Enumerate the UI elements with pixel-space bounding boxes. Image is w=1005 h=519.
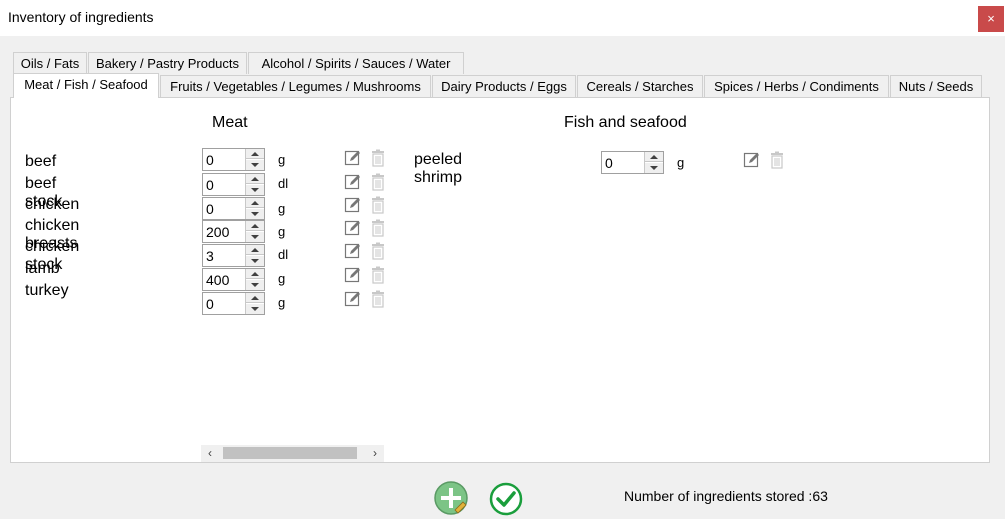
- stepper-down-button[interactable]: [645, 163, 663, 173]
- quantity-value: 400: [206, 272, 230, 288]
- edit-icon[interactable]: [344, 149, 362, 167]
- unit-label: g: [278, 152, 286, 167]
- edit-icon[interactable]: [344, 290, 362, 308]
- scroll-left-button[interactable]: ‹: [201, 445, 219, 462]
- quantity-stepper[interactable]: 0: [202, 197, 265, 220]
- fish-seafood-heading: Fish and seafood: [564, 114, 687, 131]
- trash-icon[interactable]: [369, 219, 387, 237]
- close-button[interactable]: ×: [978, 6, 1004, 32]
- edit-icon[interactable]: [344, 242, 362, 260]
- tab-nuts-seeds[interactable]: Nuts / Seeds: [890, 75, 982, 97]
- trash-icon[interactable]: [369, 196, 387, 214]
- quantity-value: 0: [206, 152, 214, 168]
- quantity-stepper[interactable]: 3: [202, 244, 265, 267]
- stepper-up-button[interactable]: [246, 198, 264, 208]
- edit-icon[interactable]: [344, 266, 362, 284]
- ingredient-name: turkey: [25, 282, 69, 299]
- scroll-thumb[interactable]: [223, 447, 357, 459]
- trash-icon[interactable]: [369, 266, 387, 284]
- quantity-stepper[interactable]: 0: [202, 292, 265, 315]
- quantity-stepper[interactable]: 0: [202, 148, 265, 171]
- trash-icon[interactable]: [369, 149, 387, 167]
- stepper-up-button[interactable]: [645, 152, 663, 162]
- stepper-up-button[interactable]: [246, 269, 264, 279]
- stepper-down-button[interactable]: [246, 280, 264, 290]
- unit-label: g: [677, 155, 685, 170]
- stepper-down-button[interactable]: [246, 304, 264, 314]
- stepper-up-button[interactable]: [246, 245, 264, 255]
- stepper-down-button[interactable]: [246, 160, 264, 170]
- trash-icon[interactable]: [768, 151, 786, 169]
- unit-label: g: [278, 271, 286, 286]
- ingredient-name: beef: [25, 153, 57, 170]
- stepper-down-button[interactable]: [246, 185, 264, 195]
- quantity-value: 0: [206, 296, 214, 312]
- trash-icon[interactable]: [369, 173, 387, 191]
- quantity-value: 0: [206, 201, 214, 217]
- horizontal-scrollbar[interactable]: ‹ ›: [201, 445, 384, 462]
- window-title: Inventory of ingredients: [8, 9, 154, 25]
- quantity-value: 0: [206, 177, 214, 193]
- tab-cereals-starches[interactable]: Cereals / Starches: [577, 75, 703, 97]
- quantity-stepper[interactable]: 200: [202, 220, 265, 243]
- unit-label: g: [278, 201, 286, 216]
- stepper-down-button[interactable]: [246, 256, 264, 266]
- stepper-up-button[interactable]: [246, 221, 264, 231]
- quantity-value: 0: [605, 155, 613, 171]
- edit-icon[interactable]: [344, 173, 362, 191]
- scroll-right-button[interactable]: ›: [366, 445, 384, 462]
- quantity-value: 3: [206, 248, 214, 264]
- confirm-button[interactable]: [489, 482, 523, 516]
- add-ingredient-button[interactable]: [433, 480, 469, 516]
- stepper-down-button[interactable]: [246, 209, 264, 219]
- unit-label: dl: [278, 176, 289, 191]
- unit-label: g: [278, 224, 286, 239]
- edit-icon[interactable]: [344, 219, 362, 237]
- tab-fruits-vegetables[interactable]: Fruits / Vegetables / Legumes / Mushroom…: [160, 75, 431, 97]
- tab-meat-fish-seafood[interactable]: Meat / Fish / Seafood: [13, 73, 159, 98]
- quantity-value: 200: [206, 224, 230, 240]
- tab-spices-herbs[interactable]: Spices / Herbs / Condiments: [704, 75, 889, 97]
- ingredient-count-status: Number of ingredients stored :63: [624, 488, 828, 504]
- edit-icon[interactable]: [743, 151, 761, 169]
- tab-bakery-pastry[interactable]: Bakery / Pastry Products: [88, 52, 247, 74]
- stepper-down-button[interactable]: [246, 232, 264, 242]
- tab-dairy-eggs[interactable]: Dairy Products / Eggs: [432, 75, 576, 97]
- ingredient-name: chicken: [25, 196, 80, 213]
- trash-icon[interactable]: [369, 242, 387, 260]
- stepper-up-button[interactable]: [246, 174, 264, 184]
- unit-label: g: [278, 295, 286, 310]
- trash-icon[interactable]: [369, 290, 387, 308]
- quantity-stepper[interactable]: 0: [601, 151, 664, 174]
- quantity-stepper[interactable]: 400: [202, 268, 265, 291]
- tab-panel: [10, 97, 990, 463]
- ingredient-name: peeled shrimp: [414, 151, 463, 186]
- stepper-up-button[interactable]: [246, 149, 264, 159]
- quantity-stepper[interactable]: 0: [202, 173, 265, 196]
- meat-heading: Meat: [212, 114, 248, 131]
- unit-label: dl: [278, 247, 289, 262]
- stepper-up-button[interactable]: [246, 293, 264, 303]
- title-bar: Inventory of ingredients ×: [0, 0, 1005, 36]
- ingredient-name: lamb: [25, 260, 60, 277]
- tab-oils-fats[interactable]: Oils / Fats: [13, 52, 87, 74]
- tab-alcohol-spirits[interactable]: Alcohol / Spirits / Sauces / Water: [248, 52, 464, 74]
- edit-icon[interactable]: [344, 196, 362, 214]
